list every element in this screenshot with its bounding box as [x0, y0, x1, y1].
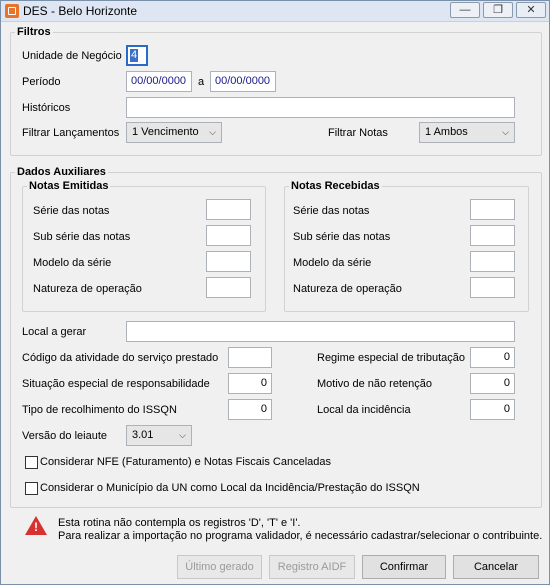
emitidas-serie-label: Série das notas: [33, 205, 110, 217]
title-bar: DES - Belo Horizonte — ❐ ✕: [1, 1, 549, 22]
periodo-inicio-input[interactable]: 00/00/0000: [126, 71, 192, 92]
situacao-especial-input[interactable]: 0: [228, 373, 272, 394]
dados-auxiliares-legend: Dados Auxiliares: [17, 166, 106, 178]
codigo-atividade-label: Código da atividade do serviço prestado: [22, 352, 219, 364]
registro-aidf-button[interactable]: Registro AIDF: [269, 555, 355, 579]
versao-leiaute-select[interactable]: 3.01 ⌵: [126, 425, 192, 446]
periodo-label: Período: [22, 76, 61, 88]
local-gerar-input[interactable]: [126, 321, 515, 342]
filtrar-lancamentos-label: Filtrar Lançamentos: [22, 127, 120, 139]
considerar-nfe-label[interactable]: Considerar NFE (Faturamento) e Notas Fis…: [40, 456, 331, 468]
recebidas-subserie-label: Sub série das notas: [293, 231, 391, 243]
warning-text-line2: Para realizar a importação no programa v…: [58, 530, 543, 542]
motivo-retencao-input[interactable]: 0: [470, 373, 515, 394]
warning-text-line1: Esta rotina não contempla os registros '…: [58, 517, 301, 529]
recebidas-natureza-input[interactable]: [470, 277, 515, 298]
confirmar-button[interactable]: Confirmar: [362, 555, 446, 579]
recebidas-modelo-input[interactable]: [470, 251, 515, 272]
app-icon: [5, 4, 19, 18]
chevron-down-icon: ⌵: [209, 127, 216, 137]
minimize-button[interactable]: —: [450, 2, 480, 18]
periodo-fim-input[interactable]: 00/00/0000: [210, 71, 276, 92]
emitidas-modelo-label: Modelo da série: [33, 257, 112, 269]
window-title: DES - Belo Horizonte: [23, 4, 138, 18]
emitidas-modelo-input[interactable]: [206, 251, 251, 272]
regime-especial-input[interactable]: 0: [470, 347, 515, 368]
emitidas-subserie-input[interactable]: [206, 225, 251, 246]
emitidas-natureza-label: Natureza de operação: [33, 283, 142, 295]
tipo-recolhimento-input[interactable]: 0: [228, 399, 272, 420]
emitidas-natureza-input[interactable]: [206, 277, 251, 298]
filtrar-lancamentos-select[interactable]: 1 Vencimento ⌵: [126, 122, 222, 143]
periodo-separator: a: [198, 76, 205, 88]
local-incidencia-input[interactable]: 0: [470, 399, 515, 420]
recebidas-natureza-label: Natureza de operação: [293, 283, 402, 295]
tipo-recolhimento-label: Tipo de recolhimento do ISSQN: [22, 404, 177, 416]
local-gerar-label: Local a gerar: [22, 326, 87, 338]
unidade-value: 4: [130, 49, 139, 62]
close-button[interactable]: ✕: [516, 2, 546, 18]
historicos-input[interactable]: [126, 97, 515, 118]
versao-leiaute-label: Versão do leiaute: [22, 430, 108, 442]
notas-emitidas-legend: Notas Emitidas: [29, 180, 109, 192]
historicos-label: Históricos: [22, 102, 71, 114]
recebidas-modelo-label: Modelo da série: [293, 257, 372, 269]
chevron-down-icon: ⌵: [502, 127, 509, 137]
emitidas-subserie-label: Sub série das notas: [33, 231, 131, 243]
ultimo-gerado-button[interactable]: Último gerado: [177, 555, 262, 579]
unidade-input[interactable]: 4: [126, 45, 148, 66]
warning-icon: [25, 516, 47, 535]
maximize-icon: ❐: [493, 4, 503, 16]
des-dialog-window: DES - Belo Horizonte — ❐ ✕ Filtros Unida…: [0, 0, 550, 585]
filtrar-notas-label: Filtrar Notas: [328, 127, 388, 139]
filtrar-lancamentos-value: 1 Vencimento: [132, 126, 199, 138]
emitidas-serie-input[interactable]: [206, 199, 251, 220]
situacao-especial-label: Situação especial de responsabilidade: [22, 378, 210, 390]
notas-recebidas-legend: Notas Recebidas: [291, 180, 380, 192]
recebidas-subserie-input[interactable]: [470, 225, 515, 246]
filtros-legend: Filtros: [17, 26, 51, 38]
considerar-nfe-checkbox[interactable]: [25, 456, 38, 469]
local-incidencia-label: Local da incidência: [317, 404, 411, 416]
filtrar-notas-select[interactable]: 1 Ambos ⌵: [419, 122, 515, 143]
recebidas-serie-label: Série das notas: [293, 205, 370, 217]
codigo-atividade-input[interactable]: [228, 347, 272, 368]
minimize-icon: —: [459, 4, 471, 16]
close-icon: ✕: [526, 4, 536, 16]
filtrar-notas-value: 1 Ambos: [425, 126, 468, 138]
versao-leiaute-value: 3.01: [132, 429, 154, 441]
considerar-municipio-checkbox[interactable]: [25, 482, 38, 495]
maximize-button[interactable]: ❐: [483, 2, 513, 18]
cancelar-button[interactable]: Cancelar: [453, 555, 539, 579]
unidade-label: Unidade de Negócio: [22, 50, 122, 62]
considerar-municipio-label[interactable]: Considerar o Município da UN como Local …: [40, 482, 420, 494]
regime-especial-label: Regime especial de tributação: [317, 352, 465, 364]
recebidas-serie-input[interactable]: [470, 199, 515, 220]
motivo-retencao-label: Motivo de não retenção: [317, 378, 432, 390]
chevron-down-icon: ⌵: [179, 430, 186, 440]
